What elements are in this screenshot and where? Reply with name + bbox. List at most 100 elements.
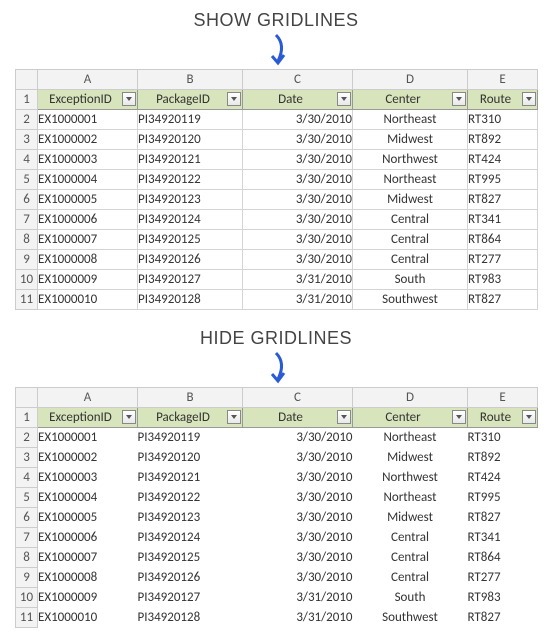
- cell-route[interactable]: RT995: [468, 488, 538, 508]
- row-header-7[interactable]: 7: [16, 528, 38, 548]
- cell-center[interactable]: Central: [353, 528, 468, 548]
- cell-route[interactable]: RT827: [468, 508, 538, 528]
- row-header-9[interactable]: 9: [16, 250, 38, 270]
- cell-exceptionId[interactable]: EX1000004: [38, 170, 138, 190]
- filter-dropdown-icon[interactable]: [522, 92, 536, 106]
- row-header-10[interactable]: 10: [16, 270, 38, 290]
- cell-route[interactable]: RT277: [468, 250, 538, 270]
- cell-exceptionId[interactable]: EX1000009: [38, 588, 138, 608]
- cell-route[interactable]: RT277: [468, 568, 538, 588]
- cell-route[interactable]: RT310: [468, 428, 538, 448]
- cell-route[interactable]: RT341: [468, 210, 538, 230]
- row-header-4[interactable]: 4: [16, 150, 38, 170]
- cell-date[interactable]: 3/30/2010: [243, 428, 353, 448]
- row-header-4[interactable]: 4: [16, 468, 38, 488]
- cell-date[interactable]: 3/30/2010: [243, 130, 353, 150]
- col-header-c[interactable]: C: [243, 70, 353, 90]
- cell-route[interactable]: RT424: [468, 150, 538, 170]
- cell-date[interactable]: 3/30/2010: [243, 170, 353, 190]
- cell-packageId[interactable]: PI34920127: [138, 270, 243, 290]
- cell-exceptionId[interactable]: EX1000002: [38, 448, 138, 468]
- select-all-corner[interactable]: [16, 70, 38, 90]
- cell-exceptionId[interactable]: EX1000010: [38, 290, 138, 310]
- cell-exceptionId[interactable]: EX1000004: [38, 488, 138, 508]
- cell-route[interactable]: RT864: [468, 548, 538, 568]
- cell-packageId[interactable]: PI34920123: [138, 190, 243, 210]
- cell-route[interactable]: RT995: [468, 170, 538, 190]
- row-header-3[interactable]: 3: [16, 130, 38, 150]
- row-header-5[interactable]: 5: [16, 488, 38, 508]
- cell-date[interactable]: 3/30/2010: [243, 468, 353, 488]
- cell-date[interactable]: 3/31/2010: [243, 588, 353, 608]
- row-header-2[interactable]: 2: [16, 110, 38, 130]
- cell-center[interactable]: Midwest: [353, 508, 468, 528]
- row-header-11[interactable]: 11: [16, 608, 38, 628]
- cell-date[interactable]: 3/31/2010: [243, 608, 353, 628]
- cell-exceptionId[interactable]: EX1000003: [38, 468, 138, 488]
- cell-packageId[interactable]: PI34920121: [138, 468, 243, 488]
- cell-date[interactable]: 3/30/2010: [243, 488, 353, 508]
- row-header-8[interactable]: 8: [16, 548, 38, 568]
- col-header-d[interactable]: D: [353, 70, 468, 90]
- row-header-8[interactable]: 8: [16, 230, 38, 250]
- filter-dropdown-icon[interactable]: [227, 410, 241, 424]
- cell-exceptionId[interactable]: EX1000010: [38, 608, 138, 628]
- cell-packageId[interactable]: PI34920119: [138, 110, 243, 130]
- col-header-b[interactable]: B: [138, 388, 243, 408]
- filter-dropdown-icon[interactable]: [452, 410, 466, 424]
- filter-dropdown-icon[interactable]: [122, 92, 136, 106]
- col-header-e[interactable]: E: [468, 388, 538, 408]
- filter-dropdown-icon[interactable]: [227, 92, 241, 106]
- cell-center[interactable]: Central: [353, 250, 468, 270]
- row-header-3[interactable]: 3: [16, 448, 38, 468]
- cell-center[interactable]: Midwest: [353, 190, 468, 210]
- col-header-d[interactable]: D: [353, 388, 468, 408]
- cell-center[interactable]: Central: [353, 548, 468, 568]
- cell-packageId[interactable]: PI34920125: [138, 230, 243, 250]
- cell-date[interactable]: 3/30/2010: [243, 150, 353, 170]
- cell-exceptionId[interactable]: EX1000008: [38, 250, 138, 270]
- cell-exceptionId[interactable]: EX1000009: [38, 270, 138, 290]
- select-all-corner[interactable]: [16, 388, 38, 408]
- cell-packageId[interactable]: PI34920128: [138, 608, 243, 628]
- cell-center[interactable]: South: [353, 270, 468, 290]
- cell-packageId[interactable]: PI34920127: [138, 588, 243, 608]
- cell-route[interactable]: RT424: [468, 468, 538, 488]
- cell-packageId[interactable]: PI34920126: [138, 568, 243, 588]
- cell-route[interactable]: RT310: [468, 110, 538, 130]
- cell-route[interactable]: RT892: [468, 448, 538, 468]
- cell-center[interactable]: South: [353, 588, 468, 608]
- col-header-c[interactable]: C: [243, 388, 353, 408]
- filter-dropdown-icon[interactable]: [337, 92, 351, 106]
- cell-date[interactable]: 3/30/2010: [243, 230, 353, 250]
- cell-date[interactable]: 3/31/2010: [243, 290, 353, 310]
- cell-date[interactable]: 3/30/2010: [243, 448, 353, 468]
- row-header-6[interactable]: 6: [16, 508, 38, 528]
- row-header-9[interactable]: 9: [16, 568, 38, 588]
- cell-date[interactable]: 3/30/2010: [243, 110, 353, 130]
- cell-exceptionId[interactable]: EX1000001: [38, 110, 138, 130]
- filter-dropdown-icon[interactable]: [522, 410, 536, 424]
- col-header-b[interactable]: B: [138, 70, 243, 90]
- filter-dropdown-icon[interactable]: [122, 410, 136, 424]
- col-header-a[interactable]: A: [38, 70, 138, 90]
- cell-packageId[interactable]: PI34920125: [138, 548, 243, 568]
- row-header-7[interactable]: 7: [16, 210, 38, 230]
- cell-date[interactable]: 3/30/2010: [243, 190, 353, 210]
- cell-date[interactable]: 3/31/2010: [243, 270, 353, 290]
- cell-packageId[interactable]: PI34920122: [138, 170, 243, 190]
- row-header-11[interactable]: 11: [16, 290, 38, 310]
- cell-date[interactable]: 3/30/2010: [243, 210, 353, 230]
- cell-packageId[interactable]: PI34920120: [138, 130, 243, 150]
- cell-exceptionId[interactable]: EX1000001: [38, 428, 138, 448]
- cell-date[interactable]: 3/30/2010: [243, 548, 353, 568]
- row-header-10[interactable]: 10: [16, 588, 38, 608]
- cell-route[interactable]: RT892: [468, 130, 538, 150]
- row-header-6[interactable]: 6: [16, 190, 38, 210]
- cell-center[interactable]: Central: [353, 230, 468, 250]
- filter-dropdown-icon[interactable]: [337, 410, 351, 424]
- row-header-1[interactable]: 1: [16, 90, 38, 110]
- cell-packageId[interactable]: PI34920123: [138, 508, 243, 528]
- cell-route[interactable]: RT864: [468, 230, 538, 250]
- cell-packageId[interactable]: PI34920126: [138, 250, 243, 270]
